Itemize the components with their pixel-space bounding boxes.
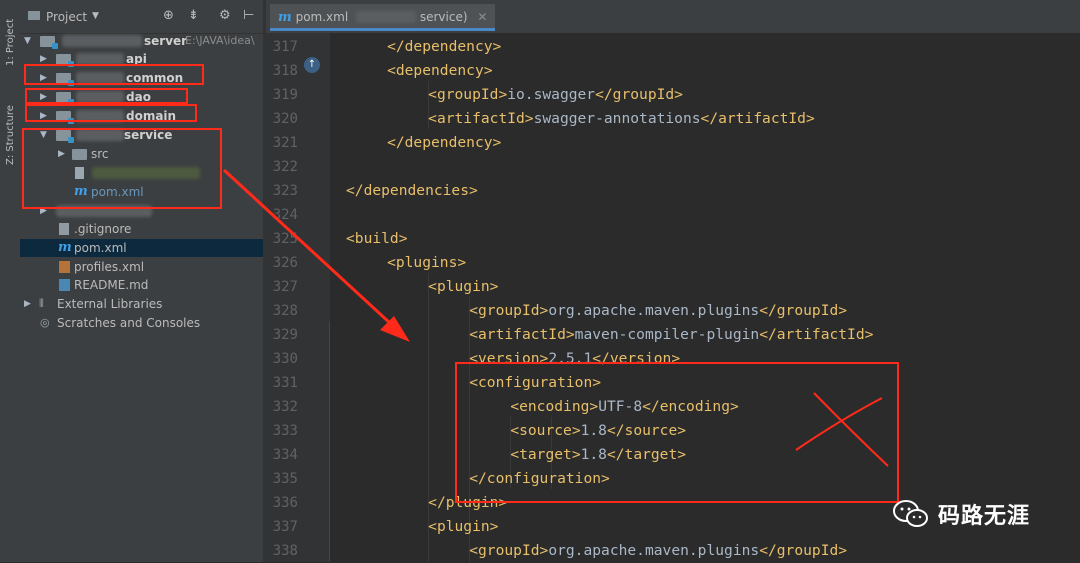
annotation-box-common xyxy=(24,64,204,85)
annotation-box-dao xyxy=(25,88,188,104)
annotation-box-configuration xyxy=(455,362,899,503)
annotation-arrow-line xyxy=(222,168,406,338)
wechat-icon xyxy=(893,500,928,527)
annotation-box-service xyxy=(22,128,222,209)
watermark-text: 码路无涯 xyxy=(938,504,1031,529)
watermark: 码路无涯 xyxy=(892,496,1030,532)
annotation-box-domain xyxy=(25,104,197,122)
